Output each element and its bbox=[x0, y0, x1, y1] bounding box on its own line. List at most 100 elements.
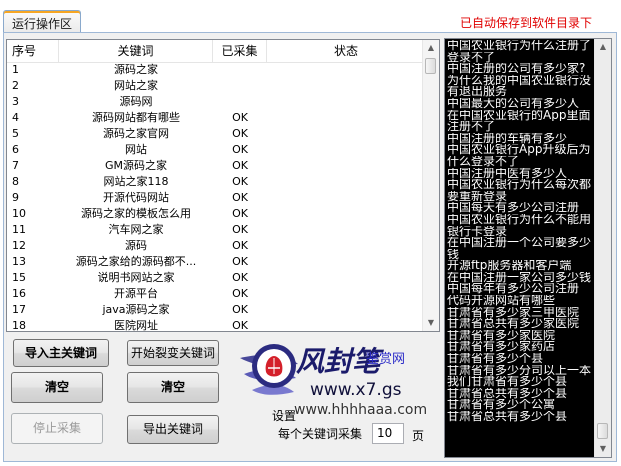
cell-keyword: 网站 bbox=[125, 143, 147, 156]
cell-collected: OK bbox=[232, 255, 248, 268]
table-row[interactable]: 2 网站之家 bbox=[7, 78, 425, 94]
table-row[interactable]: 9 开源代码网站 OK bbox=[7, 190, 425, 206]
console-line: 我们甘肃省有多少个县 bbox=[447, 376, 568, 388]
cell-keyword: 网站之家118 bbox=[103, 175, 169, 188]
cell-keyword: GM源码之家 bbox=[104, 159, 167, 172]
keyword-table[interactable]: 序号 关键词 已采集 状态 1 源码之家 2 网站之家 3 源码网 4 源码网站都有哪些 OK 5… bbox=[6, 39, 440, 332]
cell-keyword: 源码网 bbox=[119, 95, 153, 108]
cell-collected: OK bbox=[232, 127, 248, 140]
cell-status bbox=[267, 142, 425, 158]
console-line: 中国农业银行为什么每次都 bbox=[447, 179, 592, 191]
cell-status bbox=[267, 126, 425, 142]
scroll-up-arrow[interactable]: ▲ bbox=[423, 40, 439, 56]
cell-index: 9 bbox=[12, 191, 19, 204]
export-keywords-button[interactable]: 导出关键词 bbox=[127, 415, 219, 444]
table-row[interactable]: 3 源码网 bbox=[7, 94, 425, 110]
console-line: 中国每天有多少公司注册 bbox=[447, 202, 580, 214]
cell-collected bbox=[213, 78, 267, 94]
clear-left-button[interactable]: 清空 bbox=[11, 372, 103, 403]
table-row[interactable]: 10 源码之家的模板怎么用 OK bbox=[7, 206, 425, 222]
console-line: 甘肃省总共有多少家医院 bbox=[447, 318, 580, 330]
scroll-down-arrow[interactable]: ▼ bbox=[423, 315, 439, 331]
cell-keyword: 开源代码网站 bbox=[103, 191, 169, 204]
watermark-url-primary: www.x7.gs bbox=[310, 380, 402, 400]
table-row[interactable]: 4 源码网站都有哪些 OK bbox=[7, 110, 425, 126]
column-header-index[interactable]: 序号 bbox=[7, 40, 59, 62]
cell-index: 11 bbox=[12, 223, 26, 236]
cell-collected: OK bbox=[232, 191, 248, 204]
cell-keyword: java源码之家 bbox=[102, 303, 170, 316]
cell-status bbox=[267, 110, 425, 126]
cell-status bbox=[267, 302, 425, 318]
pages-per-keyword-input[interactable]: 10 bbox=[372, 423, 404, 444]
console-scroll-down-arrow[interactable]: ▼ bbox=[595, 441, 611, 457]
pages-unit-label: 页 bbox=[412, 429, 425, 443]
console-line: 甘肃省有多少家三甲医院 bbox=[447, 306, 580, 319]
cell-status bbox=[267, 174, 425, 190]
console-line: 甘肃省有多少个公寓 bbox=[447, 399, 556, 411]
watermark-url-secondary: www.hhhhaaa.com bbox=[294, 402, 428, 418]
cell-index: 3 bbox=[12, 95, 19, 108]
tab-label: 运行操作区 bbox=[12, 17, 73, 31]
column-header-status[interactable]: 状态 bbox=[267, 40, 425, 62]
cell-collected: OK bbox=[232, 207, 248, 220]
console-line: 甘肃省有多少分司以上一本 bbox=[447, 364, 592, 377]
table-row[interactable]: 16 开源平台 OK bbox=[7, 286, 425, 302]
output-console[interactable]: 中国农业银行为什么注册了 登录不了 中国注册的公司有多少家? 为什么我的中国农业银行没… bbox=[444, 38, 612, 458]
cell-index: 10 bbox=[12, 207, 26, 220]
cell-keyword: 源码之家 bbox=[114, 63, 158, 76]
cell-keyword: 网站之家 bbox=[114, 79, 158, 92]
cell-collected: OK bbox=[232, 287, 248, 300]
app-window: 运行操作区 已自动保存到软件目录下 序号 关键词 已采集 状态 1 源码之家 2 网站… bbox=[0, 0, 621, 466]
cell-keyword: 源码 bbox=[125, 239, 147, 252]
console-scroll-up-arrow[interactable]: ▲ bbox=[595, 39, 611, 55]
console-line: 甘肃省有多少个县 bbox=[447, 353, 544, 365]
table-body: 1 源码之家 2 网站之家 3 源码网 4 源码网站都有哪些 OK 5 源码之家官网 OK 6 网站 OK 7… bbox=[7, 62, 425, 332]
console-line: 代码开源网站有哪些 bbox=[447, 295, 556, 307]
cell-keyword: 源码之家的模板怎么用 bbox=[81, 207, 191, 220]
cell-index: 1 bbox=[12, 63, 19, 76]
column-header-keyword[interactable]: 关键词 bbox=[59, 40, 213, 62]
tab-run-operation[interactable]: 运行操作区 bbox=[3, 10, 81, 33]
scroll-thumb[interactable] bbox=[425, 58, 436, 74]
cell-index: 15 bbox=[12, 271, 26, 284]
autosave-note: 已自动保存到软件目录下 bbox=[460, 16, 593, 30]
cell-collected: OK bbox=[232, 159, 248, 172]
cell-status bbox=[267, 222, 425, 238]
cell-status bbox=[267, 206, 425, 222]
cell-status bbox=[267, 62, 425, 78]
table-row[interactable]: 1 源码之家 bbox=[7, 62, 425, 78]
console-scroll-thumb[interactable] bbox=[597, 423, 608, 439]
table-row[interactable]: 17 java源码之家 OK bbox=[7, 302, 425, 318]
table-row[interactable]: 12 源码 OK bbox=[7, 238, 425, 254]
table-row[interactable]: 13 源码之家给的源码都不... OK bbox=[7, 254, 425, 270]
cell-status bbox=[267, 254, 425, 270]
cell-index: 17 bbox=[12, 303, 26, 316]
console-line: 中国农业银行App升级后为 bbox=[447, 144, 591, 156]
table-row[interactable]: 6 网站 OK bbox=[7, 142, 425, 158]
start-expansion-button[interactable]: 开始裂变关键词 bbox=[127, 340, 219, 366]
cell-collected: OK bbox=[232, 303, 248, 316]
table-scrollbar[interactable]: ▲ ▼ bbox=[422, 40, 439, 331]
console-lines: 中国农业银行为什么注册了 登录不了 中国注册的公司有多少家? 为什么我的中国农业银行没… bbox=[447, 40, 595, 423]
table-row[interactable]: 11 汽车网之家 OK bbox=[7, 222, 425, 238]
console-line: 在中国农业银行的App里面 bbox=[447, 109, 591, 122]
table-row[interactable]: 7 GM源码之家 OK bbox=[7, 158, 425, 174]
clear-right-button[interactable]: 清空 bbox=[127, 372, 219, 403]
import-keywords-button[interactable]: 导入主关键词 bbox=[13, 339, 109, 367]
console-scrollbar[interactable]: ▲ ▼ bbox=[594, 39, 611, 457]
console-line: 要重新登录 bbox=[447, 190, 508, 203]
cell-keyword: 源码之家官网 bbox=[103, 127, 169, 140]
stop-collection-button[interactable]: 停止采集 bbox=[11, 413, 103, 444]
cell-status bbox=[267, 190, 425, 206]
cell-index: 18 bbox=[12, 319, 26, 332]
cell-index: 2 bbox=[12, 79, 19, 92]
column-header-collected[interactable]: 已采集 bbox=[213, 40, 267, 62]
table-row[interactable]: 15 说明书网站之家 OK bbox=[7, 270, 425, 286]
table-row[interactable]: 18 医院网址 OK bbox=[7, 318, 425, 332]
cell-status bbox=[267, 94, 425, 110]
console-line: 中国农业银行为什么注册了 bbox=[447, 40, 592, 52]
table-row[interactable]: 5 源码之家官网 OK bbox=[7, 126, 425, 142]
table-row[interactable]: 8 网站之家118 OK bbox=[7, 174, 425, 190]
console-line: 开源ftp服务器和客户端 bbox=[447, 260, 572, 272]
